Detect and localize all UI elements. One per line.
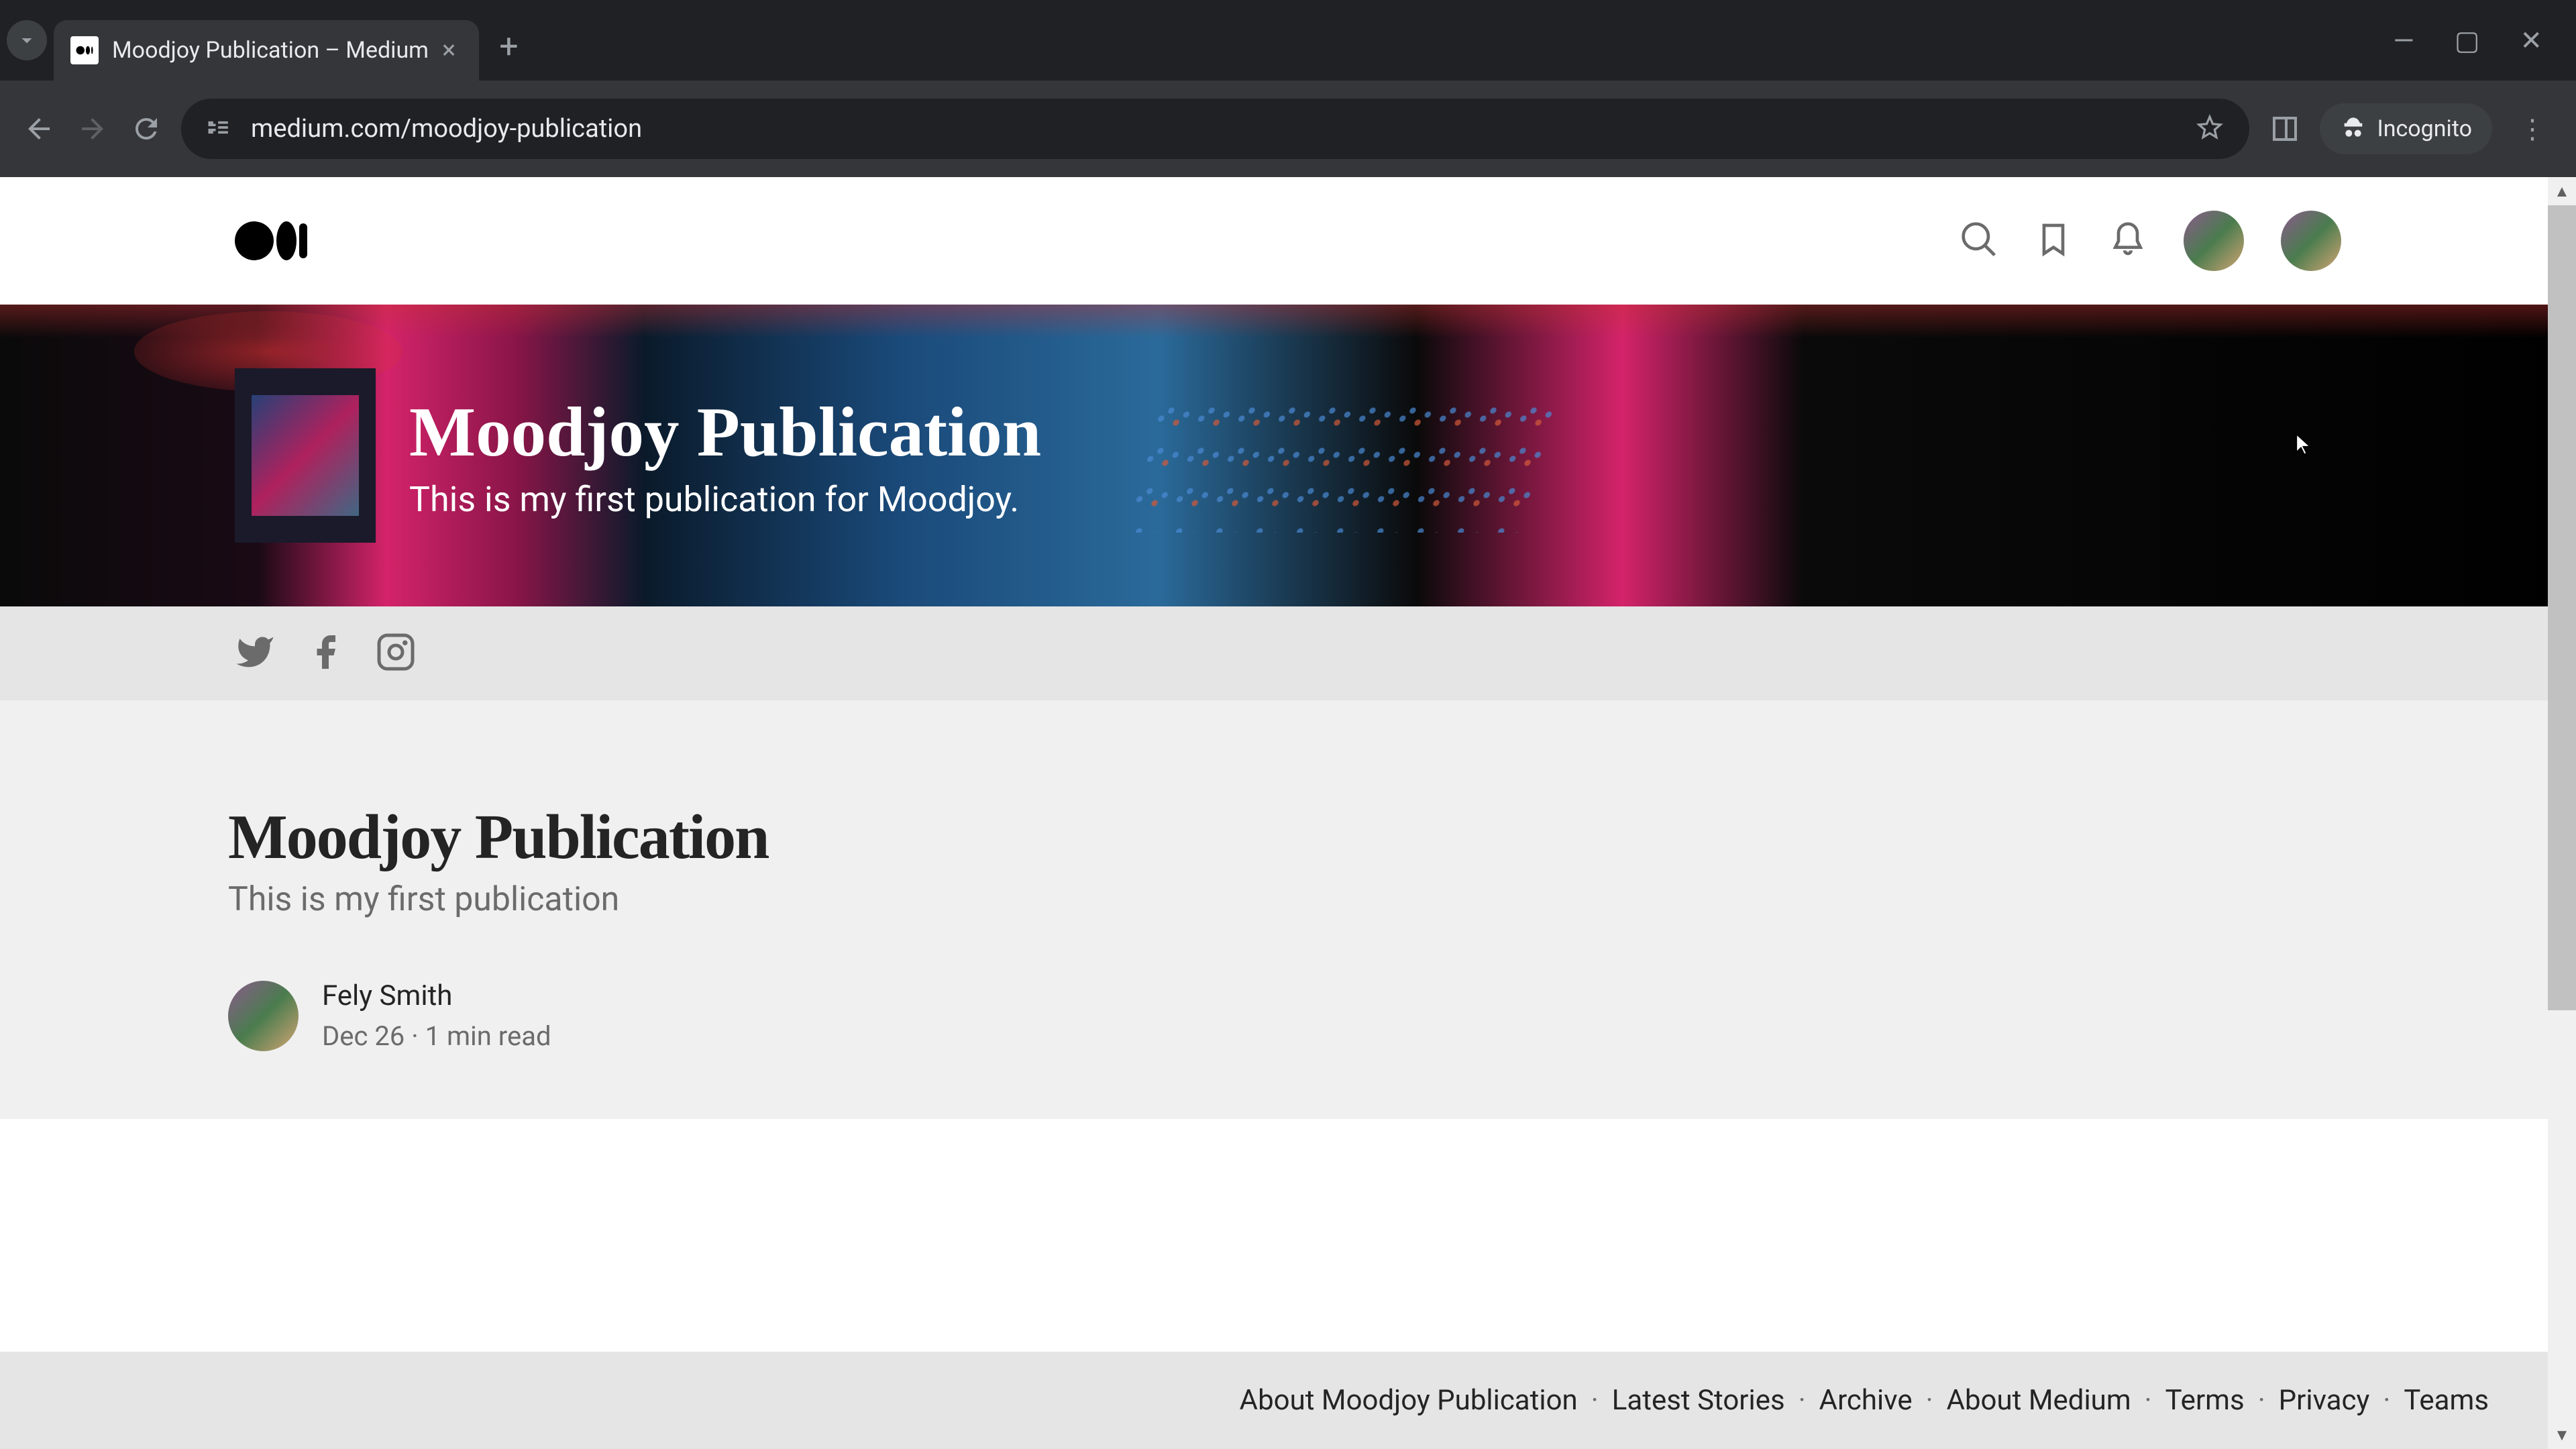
forward-button[interactable]	[74, 111, 111, 148]
minimize-button[interactable]: —	[2393, 25, 2414, 56]
hero-subtitle: This is my first publication for Moodjoy…	[409, 479, 1041, 520]
side-panel-button[interactable]	[2266, 111, 2303, 148]
bell-icon[interactable]	[2109, 221, 2147, 261]
author-avatar[interactable]	[228, 981, 299, 1051]
social-bar	[0, 606, 2576, 700]
url-text: medium.com/moodjoy-publication	[251, 114, 2177, 144]
search-icon[interactable]	[1960, 221, 1998, 261]
publication-hero-avatar[interactable]	[235, 368, 376, 543]
footer-link-latest[interactable]: Latest Stories	[1612, 1384, 1785, 1417]
browser-tab[interactable]: Moodjoy Publication – Medium ×	[54, 20, 479, 80]
window-controls: — ▢ ✕	[2393, 25, 2569, 56]
hero-title: Moodjoy Publication	[409, 391, 1041, 472]
publication-avatar[interactable]	[2184, 211, 2244, 271]
browser-menu-button[interactable]: ⋮	[2509, 113, 2556, 145]
incognito-badge[interactable]: Incognito	[2320, 103, 2492, 154]
browser-chrome: Moodjoy Publication – Medium × + — ▢ ✕ m…	[0, 0, 2576, 177]
scrollbar-thumb[interactable]	[2548, 205, 2576, 1010]
tab-title: Moodjoy Publication – Medium	[112, 37, 429, 64]
new-tab-button[interactable]: +	[499, 28, 518, 66]
footer-link-privacy[interactable]: Privacy	[2279, 1384, 2370, 1417]
page-content: Moodjoy Publication This is my first pub…	[0, 177, 2576, 1449]
scrollbar-up-icon[interactable]: ▲	[2548, 177, 2576, 205]
scrollbar[interactable]: ▲ ▼	[2548, 177, 2576, 1449]
header-actions	[1960, 211, 2341, 271]
bookmark-star-icon[interactable]	[2194, 111, 2226, 146]
facebook-icon[interactable]	[305, 632, 345, 675]
footer-link-about-medium[interactable]: About Medium	[1947, 1384, 2131, 1417]
page-footer: About Moodjoy Publication · Latest Stori…	[0, 1352, 2556, 1449]
author-name[interactable]: Fely Smith	[322, 979, 551, 1012]
hero-text: Moodjoy Publication This is my first pub…	[409, 391, 1041, 520]
scrollbar-down-icon[interactable]: ▼	[2548, 1421, 2576, 1449]
twitter-icon[interactable]	[235, 632, 275, 675]
back-button[interactable]	[20, 111, 57, 148]
close-window-button[interactable]: ✕	[2520, 25, 2542, 56]
article-meta: Dec 26 · 1 min read	[322, 1020, 551, 1052]
medium-header	[0, 177, 2576, 305]
medium-logo[interactable]	[235, 221, 307, 260]
reload-button[interactable]	[127, 111, 164, 148]
address-bar[interactable]: medium.com/moodjoy-publication	[181, 99, 2249, 159]
footer-link-about-pub[interactable]: About Moodjoy Publication	[1240, 1384, 1578, 1417]
maximize-button[interactable]: ▢	[2455, 25, 2480, 56]
footer-link-terms[interactable]: Terms	[2165, 1384, 2245, 1417]
footer-link-teams[interactable]: Teams	[2404, 1384, 2489, 1417]
author-info: Fely Smith Dec 26 · 1 min read	[322, 979, 551, 1052]
tab-search-button[interactable]	[7, 20, 47, 60]
address-bar-row: medium.com/moodjoy-publication Incognito…	[0, 80, 2576, 177]
bookmark-icon[interactable]	[2035, 221, 2072, 261]
hero-banner: Moodjoy Publication This is my first pub…	[0, 305, 2576, 606]
medium-favicon	[70, 36, 99, 64]
tab-bar: Moodjoy Publication – Medium × + — ▢ ✕	[0, 0, 2576, 80]
incognito-label: Incognito	[2377, 115, 2472, 142]
article-title[interactable]: Moodjoy Publication	[228, 801, 2348, 873]
author-row: Fely Smith Dec 26 · 1 min read	[228, 979, 2348, 1052]
instagram-icon[interactable]	[376, 632, 416, 675]
site-settings-icon[interactable]	[205, 113, 234, 145]
article-subtitle: This is my first publication	[228, 880, 2348, 919]
footer-link-archive[interactable]: Archive	[1819, 1384, 1913, 1417]
article-section: Moodjoy Publication This is my first pub…	[0, 700, 2576, 1119]
close-tab-icon[interactable]: ×	[442, 36, 455, 65]
user-avatar[interactable]	[2281, 211, 2341, 271]
